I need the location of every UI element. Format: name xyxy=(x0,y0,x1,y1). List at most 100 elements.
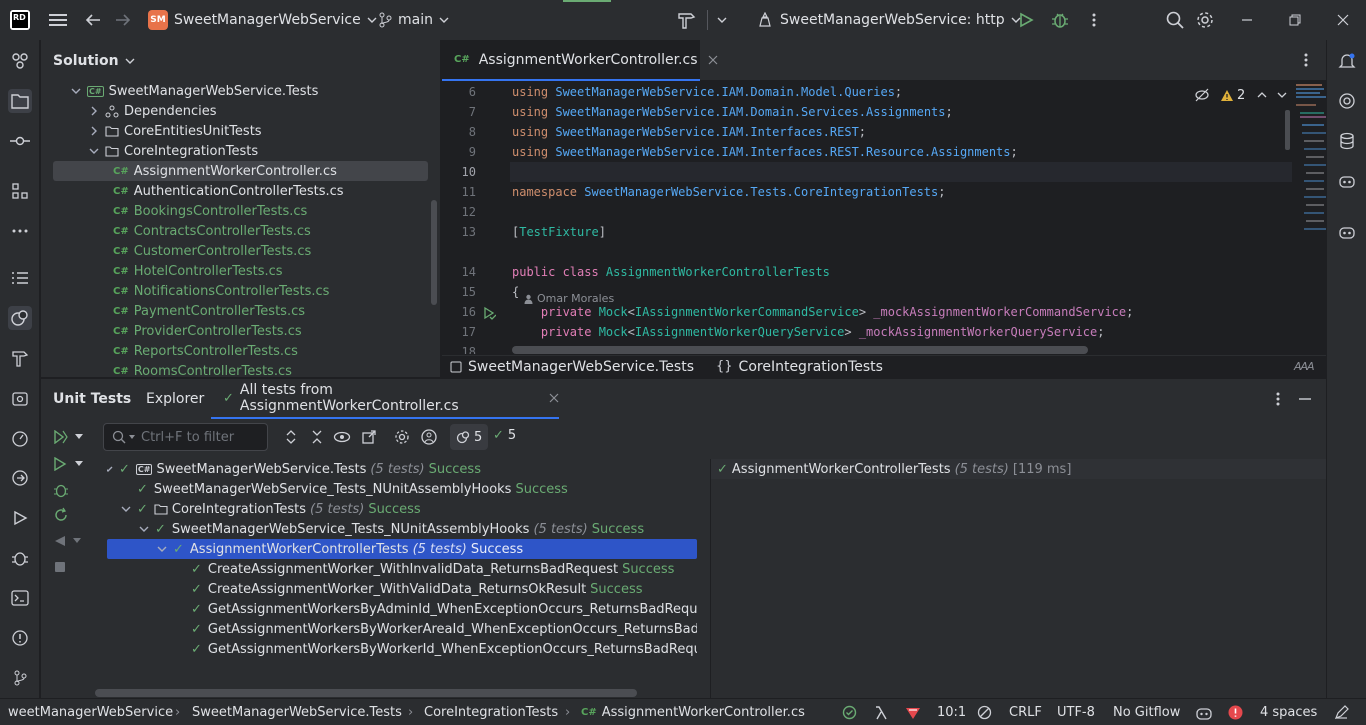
notifications-bell-icon[interactable] xyxy=(1335,49,1359,73)
panel-splitter[interactable] xyxy=(710,459,711,699)
run-all-button[interactable] xyxy=(53,430,83,444)
app-logo[interactable]: RD xyxy=(10,0,30,40)
minimize-icon[interactable] xyxy=(1240,0,1254,40)
indent-setting[interactable]: 4 spaces xyxy=(1260,699,1317,725)
problems-icon[interactable] xyxy=(8,626,32,650)
collapse-all-icon[interactable] xyxy=(310,429,324,445)
nav-crumb-solution[interactable]: weetManagerWebService xyxy=(8,699,173,725)
code-line[interactable]: using SweetManagerWebService.IAM.Interfa… xyxy=(512,122,866,142)
chevron-right-icon[interactable] xyxy=(87,124,101,138)
code-line[interactable]: namespace SweetManagerWebService.Tests.C… xyxy=(512,182,946,202)
solution-tree-item[interactable]: CoreIntegrationTests xyxy=(87,141,258,161)
tab-unit-tests[interactable]: Unit Tests xyxy=(53,379,131,419)
forward-arrow-icon[interactable] xyxy=(114,0,132,40)
test-row[interactable]: ✓ SweetManagerWebService_Tests_NUnitAssem… xyxy=(119,479,568,499)
dotmemory-icon[interactable] xyxy=(905,699,921,725)
close-tab-icon[interactable] xyxy=(549,393,559,403)
caret-position[interactable]: 10:1 xyxy=(937,699,966,725)
build-hammer-icon[interactable] xyxy=(8,346,32,370)
expand-all-icon[interactable] xyxy=(284,429,298,445)
debug-tests-icon[interactable] xyxy=(53,482,69,498)
solution-file-item[interactable]: C# HotelControllerTests.cs xyxy=(105,261,283,281)
code-line[interactable]: public class AssignmentWorkerControllerT… xyxy=(512,262,830,282)
copilot-chat-icon[interactable] xyxy=(1335,220,1359,244)
test-row[interactable]: ✓ CreateAssignmentWorker_WithInvalidData_… xyxy=(173,559,674,579)
project-structure-icon[interactable] xyxy=(8,49,32,73)
test-row[interactable]: ✓ C# SweetManagerWebService.Tests (5 tests)… xyxy=(107,459,481,479)
chevron-down-icon[interactable] xyxy=(69,84,83,98)
editor-horizontal-scrollbar[interactable] xyxy=(512,346,1088,354)
copilot-icon[interactable] xyxy=(1335,169,1359,193)
back-arrow-icon[interactable] xyxy=(84,0,102,40)
ai-assistant-icon[interactable] xyxy=(1335,89,1359,113)
tab-explorer[interactable]: Explorer xyxy=(146,379,204,419)
run-icon[interactable] xyxy=(8,506,32,530)
debug-bug-icon[interactable] xyxy=(1051,0,1069,40)
chevron-down-icon[interactable] xyxy=(137,522,151,536)
chevron-down-icon[interactable] xyxy=(119,502,133,516)
test-row[interactable]: ✓ GetAssignmentWorkersByWorkerAreaId_When… xyxy=(173,619,697,639)
editor-vertical-scrollbar[interactable] xyxy=(1285,110,1290,150)
settings-gear-icon[interactable] xyxy=(394,429,410,445)
code-minimap[interactable] xyxy=(1294,82,1326,354)
no-read-only-icon[interactable] xyxy=(977,699,992,725)
more-horizontal-icon[interactable] xyxy=(8,219,32,243)
endpoints-icon[interactable] xyxy=(8,466,32,490)
test-row[interactable]: ✓ SweetManagerWebService_Tests_NUnitAssem… xyxy=(137,519,644,539)
code-line[interactable]: using SweetManagerWebService.IAM.Domain.… xyxy=(512,102,953,122)
author-hint[interactable]: Omar Morales xyxy=(524,292,614,305)
code-line[interactable]: [TestFixture] xyxy=(512,222,606,242)
file-encoding[interactable]: UTF-8 xyxy=(1057,699,1095,725)
solution-file-item[interactable]: C# ContractsControllerTests.cs xyxy=(105,221,311,241)
search-icon[interactable] xyxy=(1166,0,1184,40)
chevron-down-icon[interactable] xyxy=(87,144,101,158)
test-row[interactable]: ✓ GetAssignmentWorkersByWorkerId_WhenExce… xyxy=(173,639,697,659)
editor-tab-active[interactable]: C# AssignmentWorkerController.cs xyxy=(442,40,717,81)
lambda-icon[interactable] xyxy=(874,699,888,725)
debug-bug-icon[interactable] xyxy=(8,546,32,570)
reader-mode-aaa-icon[interactable]: AAA xyxy=(1294,360,1315,373)
database-icon[interactable] xyxy=(1335,129,1359,153)
close-window-icon[interactable] xyxy=(1336,0,1350,40)
code-line[interactable]: using SweetManagerWebService.IAM.Interfa… xyxy=(512,142,1018,162)
inspections-ok-icon[interactable] xyxy=(842,699,857,725)
run-test-gutter-icon[interactable] xyxy=(482,306,496,320)
test-row[interactable]: ✓ CoreIntegrationTests (5 tests) Success xyxy=(119,499,421,519)
main-menu-icon[interactable] xyxy=(48,0,68,40)
code-line[interactable]: private Mock<IAssignmentWorkerCommandSer… xyxy=(512,302,1133,322)
code-line[interactable]: using SweetManagerWebService.IAM.Domain.… xyxy=(512,82,902,102)
restore-icon[interactable] xyxy=(1288,0,1302,40)
test-row[interactable]: ✓ AssignmentWorkerControllerTests (5 tests… xyxy=(155,539,523,559)
solution-file-item[interactable]: C# ProviderControllerTests.cs xyxy=(105,321,302,341)
solution-file-item[interactable]: C# AuthenticationControllerTests.cs xyxy=(105,181,344,201)
test-filter-input[interactable]: Ctrl+F to filter xyxy=(103,423,268,451)
profiler-icon[interactable] xyxy=(8,426,32,450)
show-eye-icon[interactable] xyxy=(333,430,351,444)
breadcrumb-namespace[interactable]: CoreIntegrationTests xyxy=(739,359,883,375)
error-indicator-icon[interactable] xyxy=(1228,699,1243,725)
project-selector[interactable]: SM SweetManagerWebService xyxy=(148,0,377,40)
terminal-icon[interactable] xyxy=(8,586,32,610)
solution-file-item[interactable]: C# NotificationsControllerTests.cs xyxy=(105,281,329,301)
services-icon[interactable] xyxy=(8,386,32,410)
run-selected-button[interactable] xyxy=(53,457,83,471)
commit-icon[interactable] xyxy=(8,129,32,153)
chevron-right-icon[interactable] xyxy=(87,104,101,118)
code-area[interactable]: 6 using SweetManagerWebService.IAM.Domain… xyxy=(442,82,1292,354)
run-config-selector[interactable]: SweetManagerWebService: http xyxy=(758,0,1021,40)
solution-file-item[interactable]: C# BookingsControllerTests.cs xyxy=(105,201,307,221)
run-icon[interactable] xyxy=(1018,0,1034,40)
passed-tests-counter[interactable]: ✓ 5 xyxy=(493,428,516,443)
hide-panel-icon[interactable] xyxy=(1297,391,1313,407)
solution-file-item[interactable]: C# ReportsControllerTests.cs xyxy=(105,341,298,361)
build-options-chevron-icon[interactable] xyxy=(717,0,727,40)
nav-crumb-file[interactable]: C# AssignmentWorkerController.cs xyxy=(581,699,805,725)
code-line[interactable]: private Mock<IAssignmentWorkerQueryServi… xyxy=(512,322,1105,342)
solution-tree-item[interactable]: Dependencies xyxy=(87,101,217,121)
tab-all-tests-session[interactable]: ✓ All tests from AssignmentWorkerControl… xyxy=(211,379,559,419)
chevron-down-icon[interactable] xyxy=(107,462,115,476)
structure-icon[interactable] xyxy=(8,179,32,203)
track-running-test-icon[interactable] xyxy=(420,428,438,446)
test-tree-horizontal-scrollbar[interactable] xyxy=(95,689,637,697)
todo-list-icon[interactable] xyxy=(8,266,32,290)
